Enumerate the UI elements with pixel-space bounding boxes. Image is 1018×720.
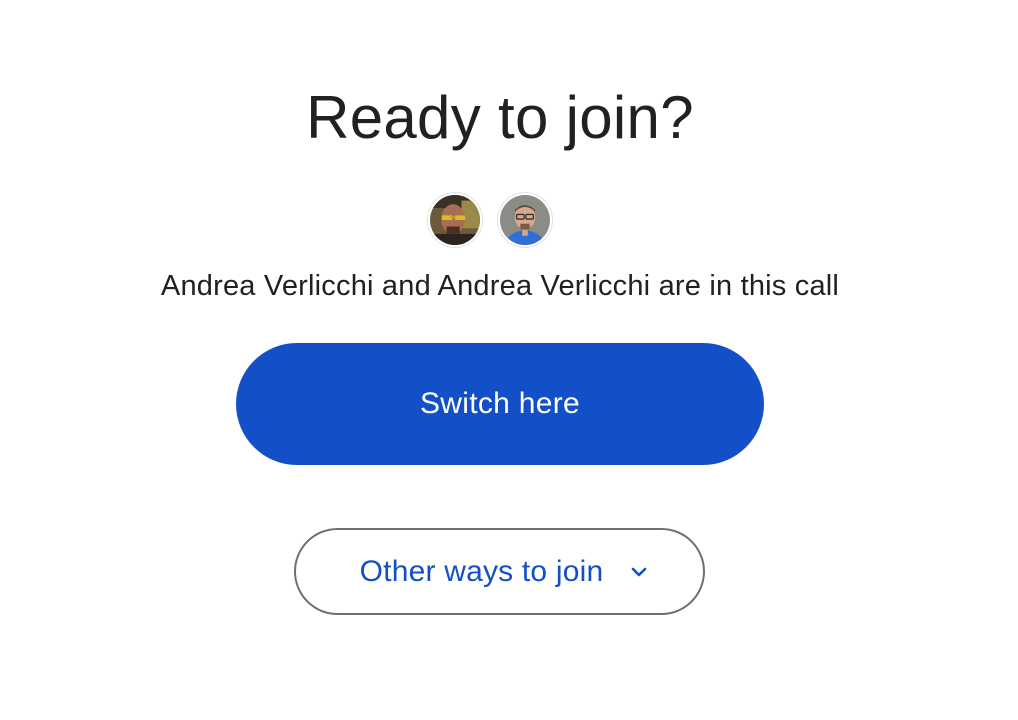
avatar-photo-icon xyxy=(500,195,550,245)
avatar-photo-icon xyxy=(430,195,480,245)
chevron-down-icon xyxy=(627,560,651,584)
other-ways-to-join-label: Other ways to join xyxy=(359,554,604,588)
switch-here-label: Switch here xyxy=(419,387,581,420)
join-dialog: Ready to join? Andrea Verlicchi and Andr… xyxy=(0,0,1018,720)
switch-here-button[interactable]: Switch here xyxy=(236,343,764,465)
other-ways-to-join-button[interactable]: Other ways to join xyxy=(294,528,705,615)
participant-avatars xyxy=(428,193,554,247)
avatar xyxy=(498,193,552,247)
avatar xyxy=(428,193,482,247)
page-title: Ready to join? xyxy=(306,84,694,151)
participants-summary: Andrea Verlicchi and Andrea Verlicchi ar… xyxy=(160,270,840,302)
